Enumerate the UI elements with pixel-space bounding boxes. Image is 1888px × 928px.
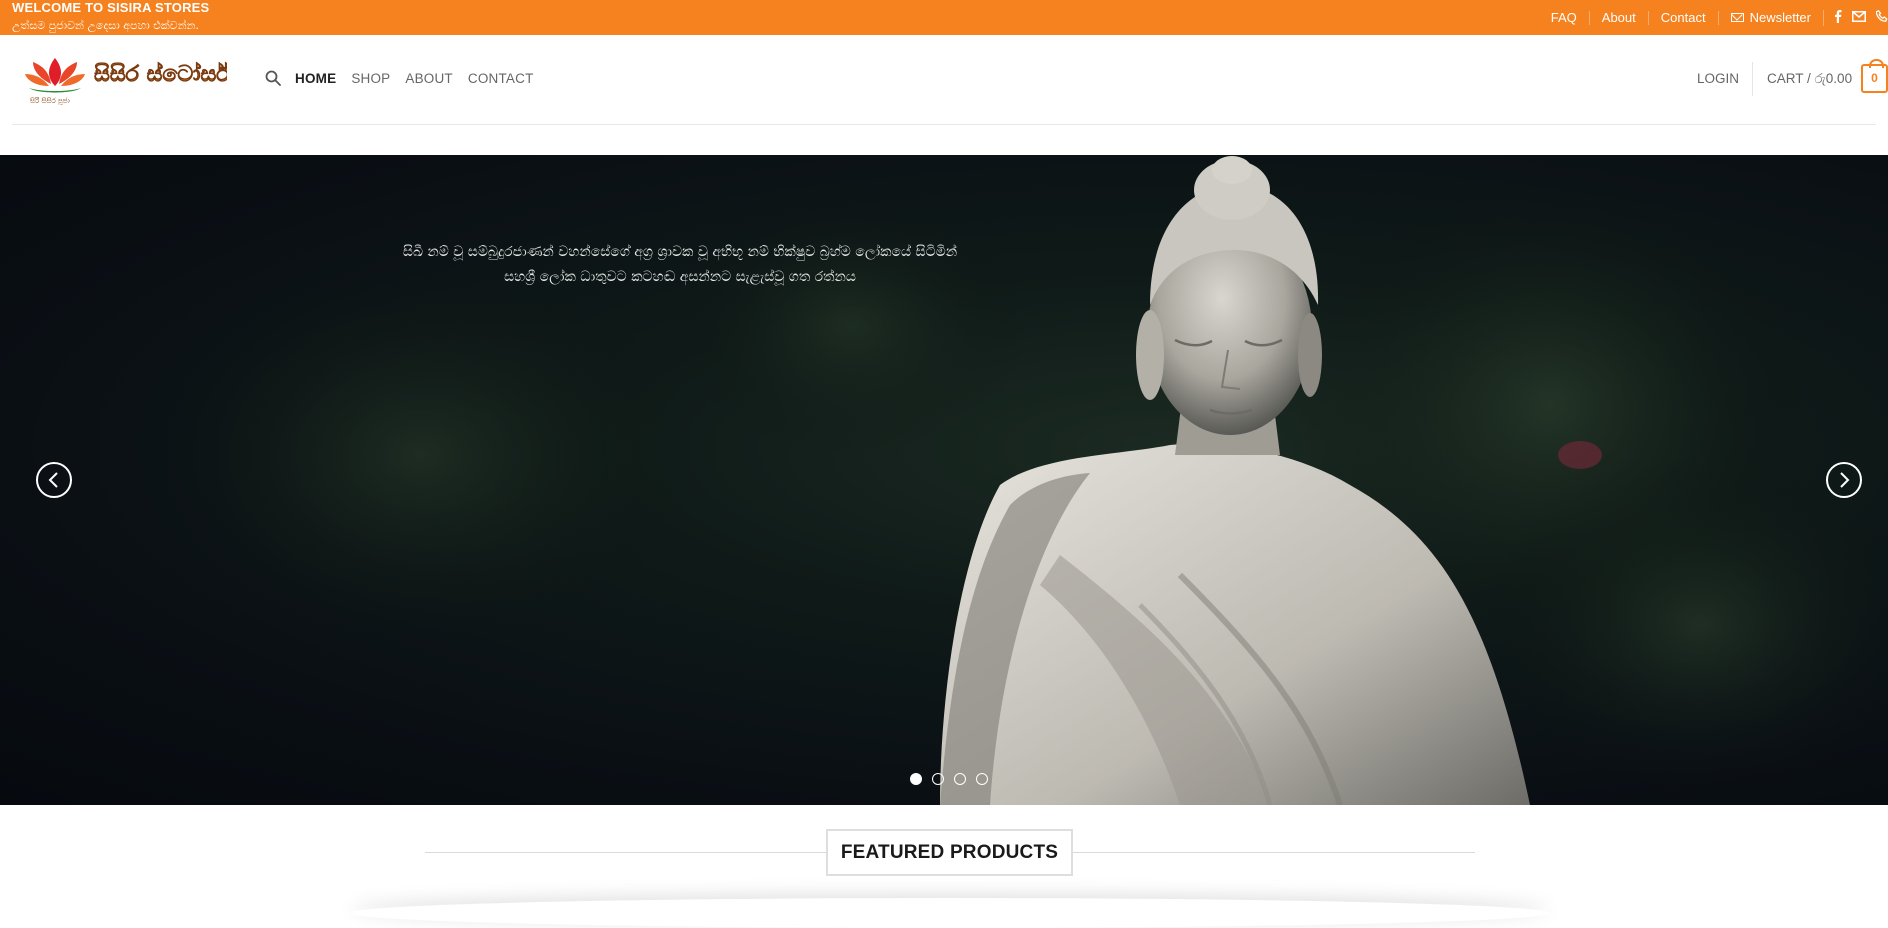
tagline-text: උත්සම පුජාවන් උදෙසා අපහා එක්වන්න. <box>12 19 199 32</box>
cart-count-badge[interactable]: 0 <box>1861 59 1888 93</box>
search-icon[interactable] <box>265 70 281 86</box>
slider-dot-2[interactable] <box>932 773 944 785</box>
header-divider <box>12 124 1876 125</box>
hero-quote-line-1: සිඛී නම් වූ සම්බුදුරජාණන් වහන්සේගේ අග්‍ර… <box>402 244 958 260</box>
contact-link[interactable]: Contact <box>1647 10 1718 25</box>
facebook-icon[interactable] <box>1834 9 1842 26</box>
cart-amount: රු0.00 <box>1814 71 1853 86</box>
nav-about[interactable]: ABOUT <box>405 71 453 86</box>
phone-icon[interactable] <box>1875 10 1888 25</box>
login-link[interactable]: LOGIN <box>1697 71 1739 86</box>
top-bar: WELCOME TO SISIRA STORES උත්සම පුජාවන් උ… <box>0 0 1888 35</box>
hero-quote: සිඛී නම් වූ සම්බුදුරජාණන් වහන්සේගේ අග්‍ර… <box>380 240 980 290</box>
logo-text: සිසිර ස්ටෝර්ස් <box>94 61 227 87</box>
cart-label: CART / <box>1767 71 1815 86</box>
hero-quote-line-2: සහශ්‍රී ලෝක ධාතුවට කටහඬ අසන්නට සැළැස්වූ … <box>504 269 856 285</box>
faq-link[interactable]: FAQ <box>1539 10 1589 25</box>
chevron-right-icon <box>1840 472 1850 488</box>
nav-contact[interactable]: CONTACT <box>468 71 534 86</box>
main-header: සිරි සිසිර පූජා සිසිර ස්ටෝර්ස් HOME SHOP… <box>0 35 1888 125</box>
header-separator <box>1752 62 1753 96</box>
nav-shop[interactable]: SHOP <box>351 71 390 86</box>
newsletter-label: Newsletter <box>1749 9 1811 25</box>
hero-slider: සිඛී නම් වූ සම්බුදුරජාණන් වහන්සේගේ අග්‍ර… <box>0 155 1888 805</box>
newsletter-link[interactable]: Newsletter <box>1717 9 1823 25</box>
top-links: FAQ About Contact Newsletter <box>1539 0 1888 35</box>
slider-prev-button[interactable] <box>36 462 72 498</box>
slider-next-button[interactable] <box>1826 462 1862 498</box>
nav-home[interactable]: HOME <box>295 71 336 86</box>
cart-link[interactable]: CART / රු0.00 <box>1767 71 1852 87</box>
main-nav: HOME SHOP ABOUT CONTACT <box>295 71 534 86</box>
site-logo[interactable]: සිරි සිසිර පූජා සිසිර ස්ටෝර්ස් <box>22 50 231 106</box>
slider-dot-4[interactable] <box>976 773 988 785</box>
about-link[interactable]: About <box>1588 10 1648 25</box>
logo-subtext: සිරි සිසිර පූජා <box>30 96 70 105</box>
product-card-shadow <box>350 898 1550 928</box>
slider-dot-3[interactable] <box>954 773 966 785</box>
featured-products-title: FEATURED PRODUCTS <box>826 829 1073 876</box>
envelope-icon <box>1730 13 1744 22</box>
slider-dot-1[interactable] <box>910 773 922 785</box>
welcome-text: WELCOME TO SISIRA STORES <box>12 0 210 15</box>
slider-dots <box>910 773 988 785</box>
email-icon[interactable] <box>1852 10 1866 25</box>
social-icons <box>1823 9 1888 26</box>
chevron-left-icon <box>48 472 58 488</box>
